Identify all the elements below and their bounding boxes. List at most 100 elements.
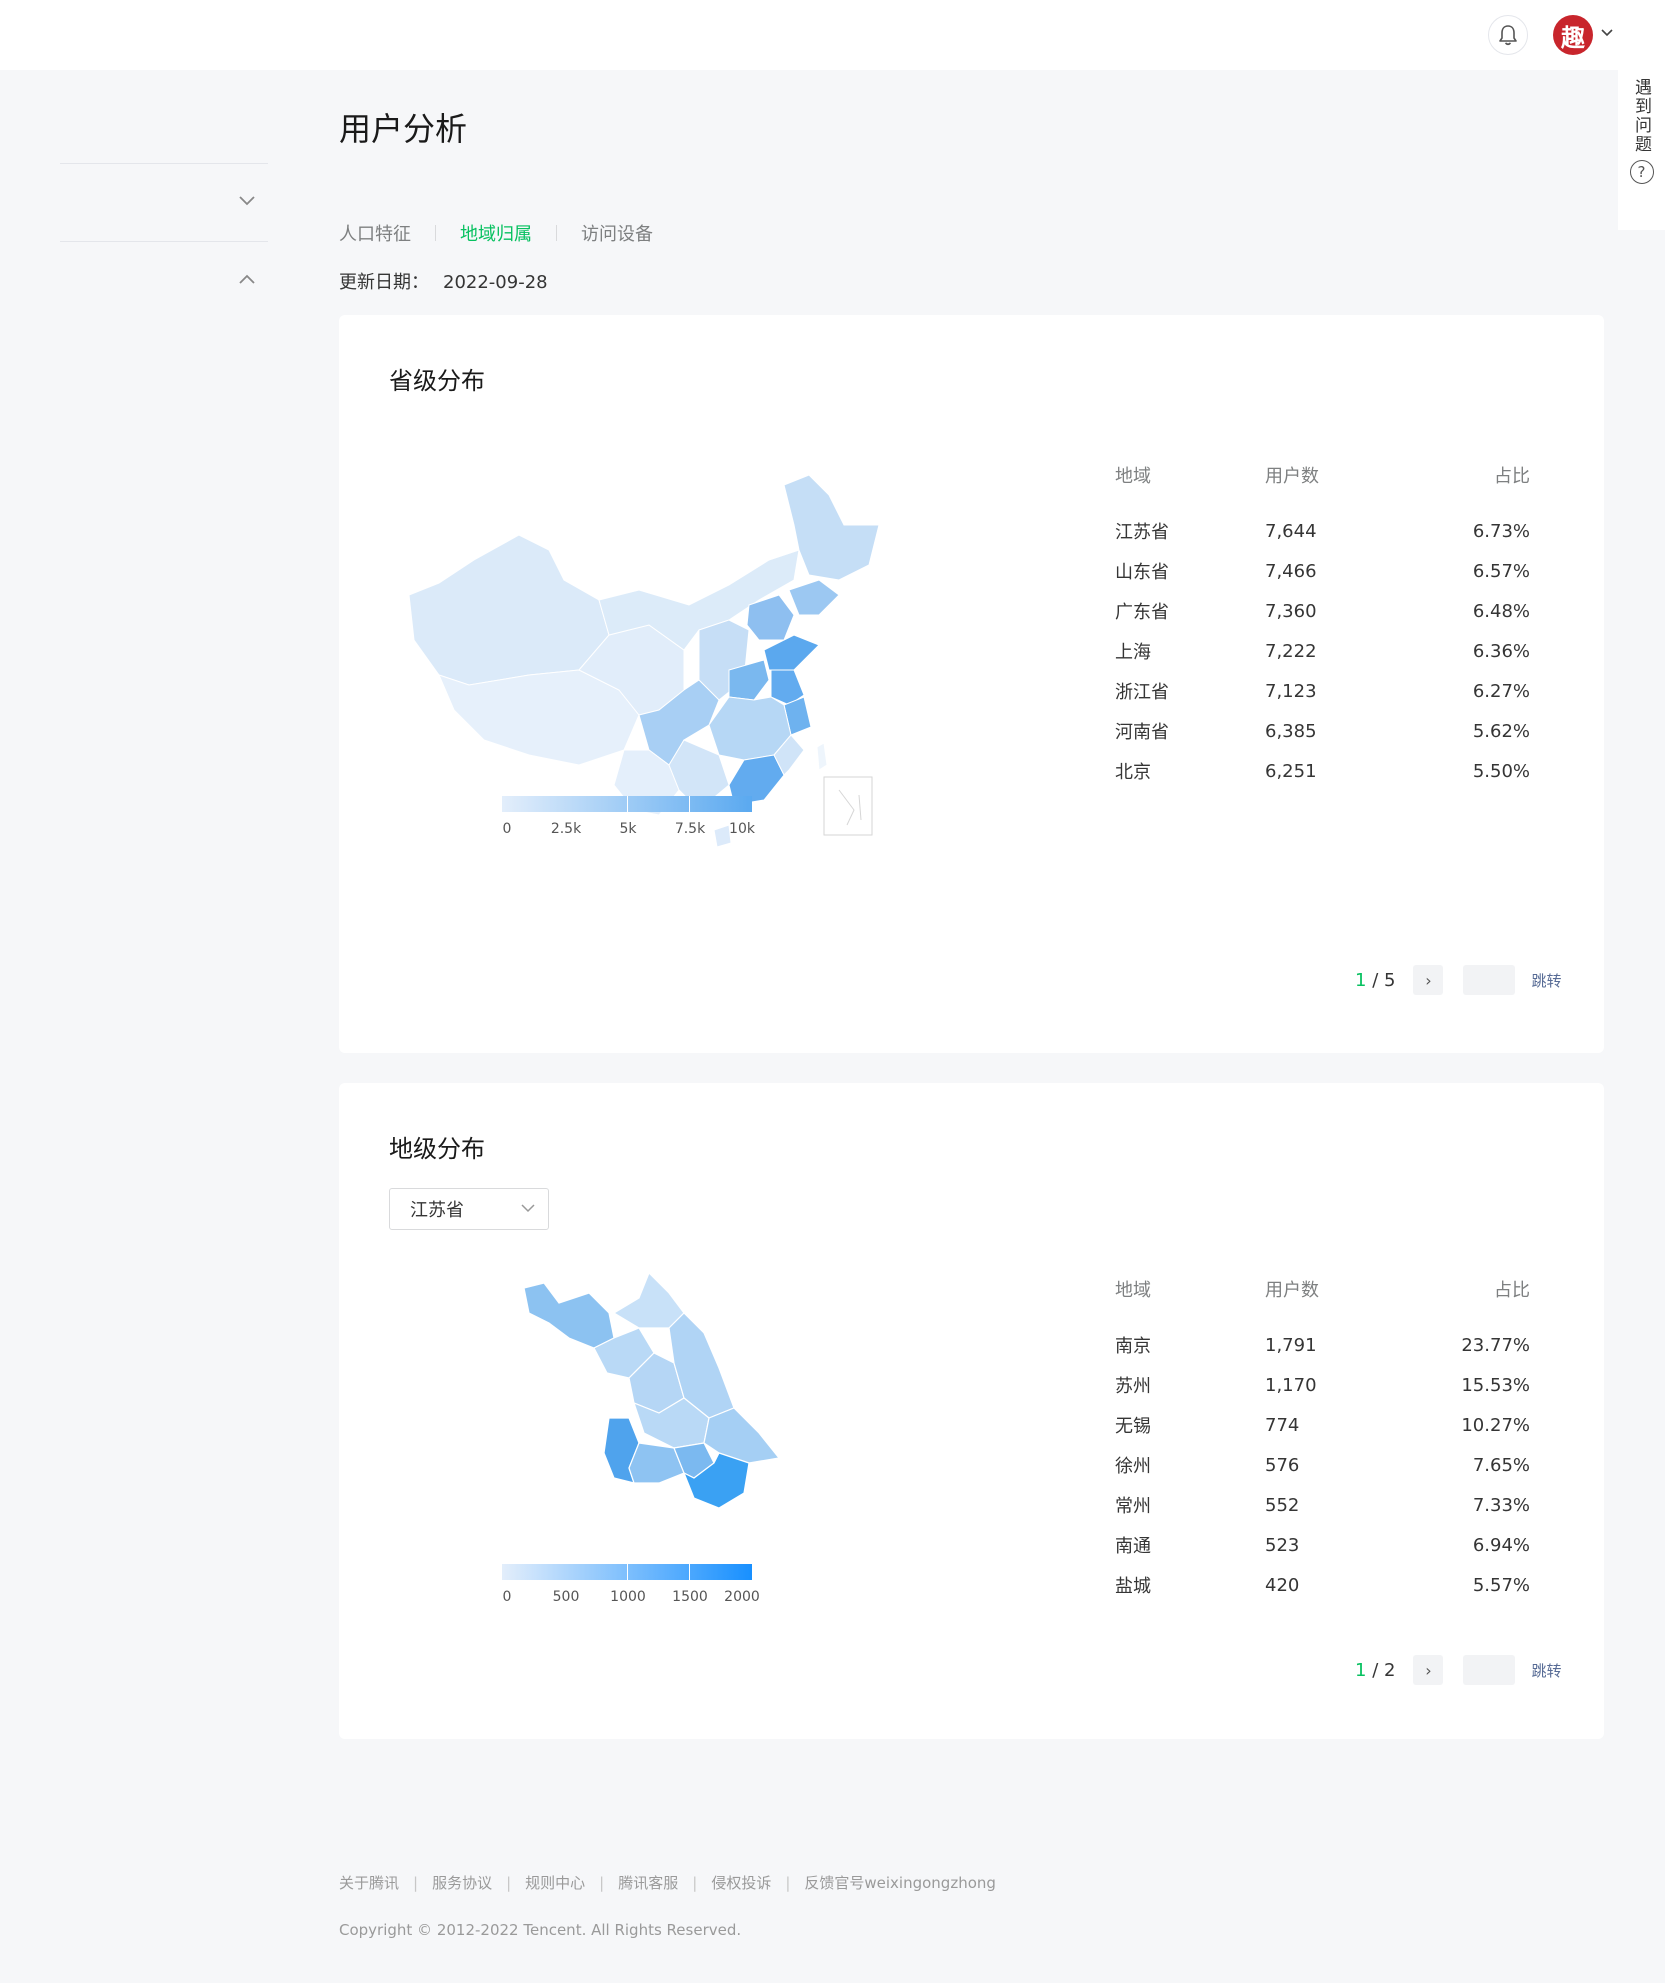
legend-divider <box>689 796 690 812</box>
col-pct: 占比 <box>1494 466 1530 487</box>
cell-region: 浙江省 <box>1115 682 1169 703</box>
footer-sep: | <box>413 1873 419 1892</box>
province-select[interactable]: 江苏省 <box>389 1188 549 1230</box>
map-region <box>788 579 840 616</box>
tab-demographics[interactable]: 人口特征 <box>339 220 411 246</box>
table-row: 徐州 576 7.65% <box>1115 1445 1530 1485</box>
province-pager: 1 / 5 › 跳转 <box>1355 965 1561 995</box>
table-row: 南通 523 6.94% <box>1115 1525 1530 1565</box>
cell-region: 江苏省 <box>1115 522 1169 543</box>
footer-link-feedback[interactable]: 反馈官号weixingongzhong <box>804 1872 996 1893</box>
page-indicator: 1 / 2 <box>1355 1659 1396 1681</box>
next-page-button[interactable]: › <box>1413 1655 1444 1685</box>
table-row: 浙江省 7,123 6.27% <box>1115 671 1530 711</box>
nav-divider <box>60 163 268 164</box>
tab-bar: 人口特征 地域归属 访问设备 <box>339 220 653 246</box>
page-title: 用户分析 <box>339 110 468 148</box>
cell-pct: 6.57% <box>1472 560 1530 582</box>
table-row: 北京 6,251 5.50% <box>1115 751 1530 791</box>
top-bar: 趣 <box>0 0 1665 70</box>
cell-region: 盐城 <box>1115 1576 1151 1597</box>
table-row: 江苏省 7,644 6.73% <box>1115 511 1530 551</box>
cell-region: 南通 <box>1115 1536 1151 1557</box>
tab-device[interactable]: 访问设备 <box>581 220 653 246</box>
cell-pct: 23.77% <box>1461 1334 1530 1356</box>
notification-button[interactable] <box>1488 15 1528 55</box>
footer-link-complaint[interactable]: 侵权投诉 <box>711 1872 771 1893</box>
cell-pct: 5.62% <box>1472 720 1530 742</box>
cell-users: 576 <box>1265 1454 1300 1476</box>
cell-pct: 5.57% <box>1472 1574 1530 1596</box>
cell-pct: 7.65% <box>1472 1454 1530 1476</box>
bell-icon <box>1499 25 1517 46</box>
avatar[interactable]: 趣 <box>1553 15 1593 55</box>
footer-link-rules[interactable]: 规则中心 <box>525 1872 585 1893</box>
legend-tick: 1500 <box>672 1589 708 1605</box>
footer-link-terms[interactable]: 服务协议 <box>432 1872 492 1893</box>
legend-tick: 0 <box>502 821 512 837</box>
jump-button[interactable]: 跳转 <box>1531 1660 1561 1681</box>
legend-tick: 5k <box>619 821 637 837</box>
chevron-down-icon <box>521 1204 535 1213</box>
nav-divider <box>60 241 268 242</box>
chevron-down-icon[interactable] <box>238 195 256 207</box>
map-region <box>816 742 828 771</box>
tab-divider <box>435 225 436 241</box>
province-select-value: 江苏省 <box>410 1200 464 1221</box>
city-table: 地域 用户数 占比 南京 1,791 23.77% 苏州 1,170 15.53% 无锡… <box>1115 1269 1530 1605</box>
cell-region: 常州 <box>1115 1496 1151 1517</box>
cell-users: 6,251 <box>1265 760 1317 782</box>
legend-tick: 2000 <box>724 1589 760 1605</box>
table-row: 上海 7,222 6.36% <box>1115 631 1530 671</box>
cell-pct: 6.94% <box>1472 1534 1530 1556</box>
cell-region: 南京 <box>1115 1336 1151 1357</box>
cell-users: 7,123 <box>1265 680 1317 702</box>
cell-users: 1,170 <box>1265 1374 1317 1396</box>
cell-users: 1,791 <box>1265 1334 1317 1356</box>
footer-sep: | <box>599 1873 605 1892</box>
cell-users: 552 <box>1265 1494 1300 1516</box>
footer-sep: | <box>692 1873 698 1892</box>
legend-tick: 500 <box>552 1589 580 1605</box>
city-card: 地级分布 江苏省 0 500 1000 1500 2000 地域 用户数 占比 … <box>339 1083 1604 1739</box>
table-row: 广东省 7,360 6.48% <box>1115 591 1530 631</box>
next-page-button[interactable]: › <box>1413 965 1444 995</box>
legend-tick: 0 <box>502 1589 512 1605</box>
footer-sep: | <box>785 1873 791 1892</box>
update-label: 更新日期： <box>339 272 429 293</box>
cell-users: 7,360 <box>1265 600 1317 622</box>
cell-users: 7,222 <box>1265 640 1317 662</box>
province-table: 地域 用户数 占比 江苏省 7,644 6.73% 山东省 7,466 6.57% 广东… <box>1115 455 1530 791</box>
legend-tick: 10k <box>729 821 755 837</box>
cell-users: 523 <box>1265 1534 1300 1556</box>
footer-link-support[interactable]: 腾讯客服 <box>618 1872 678 1893</box>
cell-pct: 5.50% <box>1472 760 1530 782</box>
cell-users: 7,644 <box>1265 520 1317 542</box>
tab-divider <box>556 225 557 241</box>
legend-divider <box>689 1564 690 1580</box>
cell-pct: 6.48% <box>1472 600 1530 622</box>
page-jump-input[interactable] <box>1463 1655 1516 1685</box>
chevron-up-icon[interactable] <box>238 273 256 285</box>
col-users: 用户数 <box>1265 466 1319 487</box>
china-map[interactable] <box>399 465 879 885</box>
question-icon: ? <box>1629 160 1654 184</box>
help-sidebar[interactable]: 遇到问题 ? <box>1618 70 1665 230</box>
footer-link-about[interactable]: 关于腾讯 <box>339 1872 399 1893</box>
footer-sep: | <box>506 1873 512 1892</box>
cell-pct: 6.36% <box>1472 640 1530 662</box>
jump-button[interactable]: 跳转 <box>1531 970 1561 991</box>
page-jump-input[interactable] <box>1463 965 1516 995</box>
cell-region: 北京 <box>1115 762 1151 783</box>
chevron-right-icon: › <box>1425 1660 1432 1680</box>
tab-region[interactable]: 地域归属 <box>460 220 532 246</box>
page-indicator: 1 / 5 <box>1355 969 1396 991</box>
chevron-down-icon[interactable] <box>1600 28 1614 38</box>
help-label: 遇到问题 <box>1631 78 1651 154</box>
col-pct: 占比 <box>1494 1280 1530 1301</box>
south-sea-islands <box>838 789 862 826</box>
jiangsu-map[interactable] <box>519 1268 829 1558</box>
city-title: 地级分布 <box>389 1135 485 1163</box>
table-row: 河南省 6,385 5.62% <box>1115 711 1530 751</box>
legend-tick: 7.5k <box>674 821 706 837</box>
